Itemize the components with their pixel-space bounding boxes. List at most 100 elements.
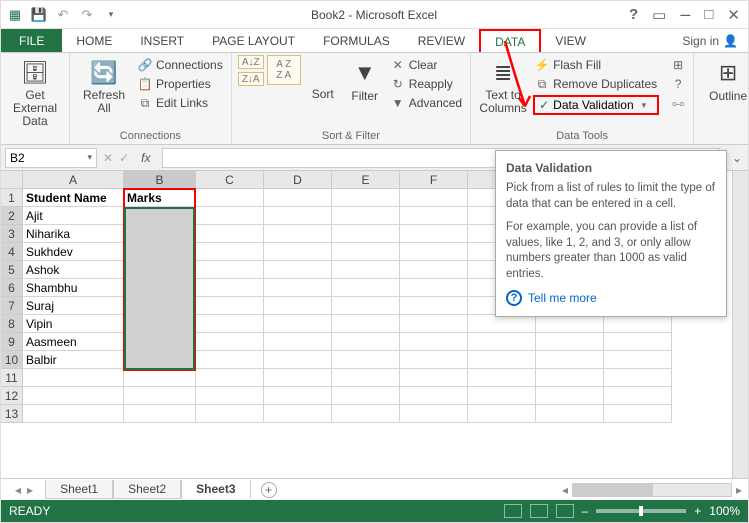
cell-D6[interactable] — [264, 279, 332, 297]
col-header-A[interactable]: A — [23, 171, 124, 189]
cell-C12[interactable] — [196, 387, 264, 405]
cell-B11[interactable] — [124, 369, 196, 387]
cell-F11[interactable] — [400, 369, 468, 387]
cell-C2[interactable] — [196, 207, 264, 225]
col-header-F[interactable]: F — [400, 171, 468, 189]
row-header-5[interactable]: 5 — [1, 261, 23, 279]
sheet-next-icon[interactable]: ▸ — [27, 483, 33, 497]
get-external-data-button[interactable]: 🗄 Get External Data — [7, 55, 63, 133]
col-header-C[interactable]: C — [196, 171, 264, 189]
cell-A2[interactable]: Ajit — [23, 207, 124, 225]
sheet-prev-icon[interactable]: ◂ — [15, 483, 21, 497]
cell-E13[interactable] — [332, 405, 400, 423]
zoom-slider[interactable] — [596, 509, 686, 513]
cell-A6[interactable]: Shambhu — [23, 279, 124, 297]
cell-D5[interactable] — [264, 261, 332, 279]
cell-E8[interactable] — [332, 315, 400, 333]
tab-insert[interactable]: INSERT — [126, 29, 198, 52]
cell-B9[interactable] — [124, 333, 196, 351]
sort-asc-button[interactable]: A↓Z — [238, 55, 264, 69]
enter-formula-icon[interactable]: ✓ — [119, 151, 129, 165]
tab-formulas[interactable]: FORMULAS — [309, 29, 404, 52]
name-box[interactable]: B2▾ — [5, 148, 97, 168]
cell-F4[interactable] — [400, 243, 468, 261]
row-header-8[interactable]: 8 — [1, 315, 23, 333]
cell-A3[interactable]: Niharika — [23, 225, 124, 243]
cell-D12[interactable] — [264, 387, 332, 405]
cell-A7[interactable]: Suraj — [23, 297, 124, 315]
edit-links-button[interactable]: ⧉Edit Links — [136, 95, 225, 111]
redo-icon[interactable]: ↷ — [79, 7, 95, 23]
cell-E12[interactable] — [332, 387, 400, 405]
cell-H11[interactable] — [536, 369, 604, 387]
tab-data[interactable]: DATA — [479, 29, 541, 52]
row-header-1[interactable]: 1 — [1, 189, 23, 207]
cell-A4[interactable]: Sukhdev — [23, 243, 124, 261]
cell-H8[interactable] — [536, 315, 604, 333]
cell-C7[interactable] — [196, 297, 264, 315]
close-icon[interactable]: ✕ — [727, 6, 740, 24]
cell-F2[interactable] — [400, 207, 468, 225]
cell-A5[interactable]: Ashok — [23, 261, 124, 279]
cell-D2[interactable] — [264, 207, 332, 225]
cell-C8[interactable] — [196, 315, 264, 333]
cell-E11[interactable] — [332, 369, 400, 387]
cell-H10[interactable] — [536, 351, 604, 369]
row-header-3[interactable]: 3 — [1, 225, 23, 243]
zoom-level[interactable]: 100% — [709, 504, 740, 518]
cell-G9[interactable] — [468, 333, 536, 351]
cell-I13[interactable] — [604, 405, 672, 423]
data-validation-button[interactable]: ✓Data Validation▾ — [533, 95, 659, 115]
sort-desc-button[interactable]: Z↓A — [238, 72, 264, 86]
cell-G13[interactable] — [468, 405, 536, 423]
expand-formula-icon[interactable]: ⌄ — [726, 151, 748, 165]
cell-G8[interactable] — [468, 315, 536, 333]
cell-A9[interactable]: Aasmeen — [23, 333, 124, 351]
cell-B1[interactable]: Marks — [124, 189, 196, 207]
cell-D9[interactable] — [264, 333, 332, 351]
cell-C13[interactable] — [196, 405, 264, 423]
cell-H12[interactable] — [536, 387, 604, 405]
fx-button[interactable]: fx — [135, 151, 156, 165]
flash-fill-button[interactable]: ⚡Flash Fill — [533, 57, 659, 73]
cancel-formula-icon[interactable]: ✕ — [103, 151, 113, 165]
cell-I10[interactable] — [604, 351, 672, 369]
cell-F9[interactable] — [400, 333, 468, 351]
cell-D1[interactable] — [264, 189, 332, 207]
cell-D3[interactable] — [264, 225, 332, 243]
cell-D8[interactable] — [264, 315, 332, 333]
remove-duplicates-button[interactable]: ⧉Remove Duplicates — [533, 76, 659, 92]
add-sheet-button[interactable]: + — [261, 482, 277, 498]
tab-view[interactable]: VIEW — [541, 29, 600, 52]
cell-B10[interactable] — [124, 351, 196, 369]
cell-F10[interactable] — [400, 351, 468, 369]
row-header-2[interactable]: 2 — [1, 207, 23, 225]
cell-D13[interactable] — [264, 405, 332, 423]
cell-F13[interactable] — [400, 405, 468, 423]
cell-E4[interactable] — [332, 243, 400, 261]
row-header-7[interactable]: 7 — [1, 297, 23, 315]
row-header-13[interactable]: 13 — [1, 405, 23, 423]
consolidate-button[interactable]: ⊞ — [669, 57, 687, 73]
cell-I12[interactable] — [604, 387, 672, 405]
cell-B8[interactable] — [124, 315, 196, 333]
reapply-button[interactable]: ↻Reapply — [389, 76, 464, 92]
cell-G12[interactable] — [468, 387, 536, 405]
save-icon[interactable]: 💾 — [31, 7, 47, 23]
cell-B4[interactable] — [124, 243, 196, 261]
cell-F6[interactable] — [400, 279, 468, 297]
zoom-out-button[interactable]: – — [582, 504, 589, 518]
cell-A12[interactable] — [23, 387, 124, 405]
cell-C11[interactable] — [196, 369, 264, 387]
cell-E5[interactable] — [332, 261, 400, 279]
row-header-11[interactable]: 11 — [1, 369, 23, 387]
cell-G11[interactable] — [468, 369, 536, 387]
sheet-tab-2[interactable]: Sheet2 — [113, 480, 181, 499]
sort-button[interactable]: Sort — [305, 55, 341, 105]
cell-F12[interactable] — [400, 387, 468, 405]
maximize-icon[interactable]: □ — [704, 6, 713, 23]
row-header-6[interactable]: 6 — [1, 279, 23, 297]
cell-C10[interactable] — [196, 351, 264, 369]
cell-D7[interactable] — [264, 297, 332, 315]
cell-B5[interactable] — [124, 261, 196, 279]
